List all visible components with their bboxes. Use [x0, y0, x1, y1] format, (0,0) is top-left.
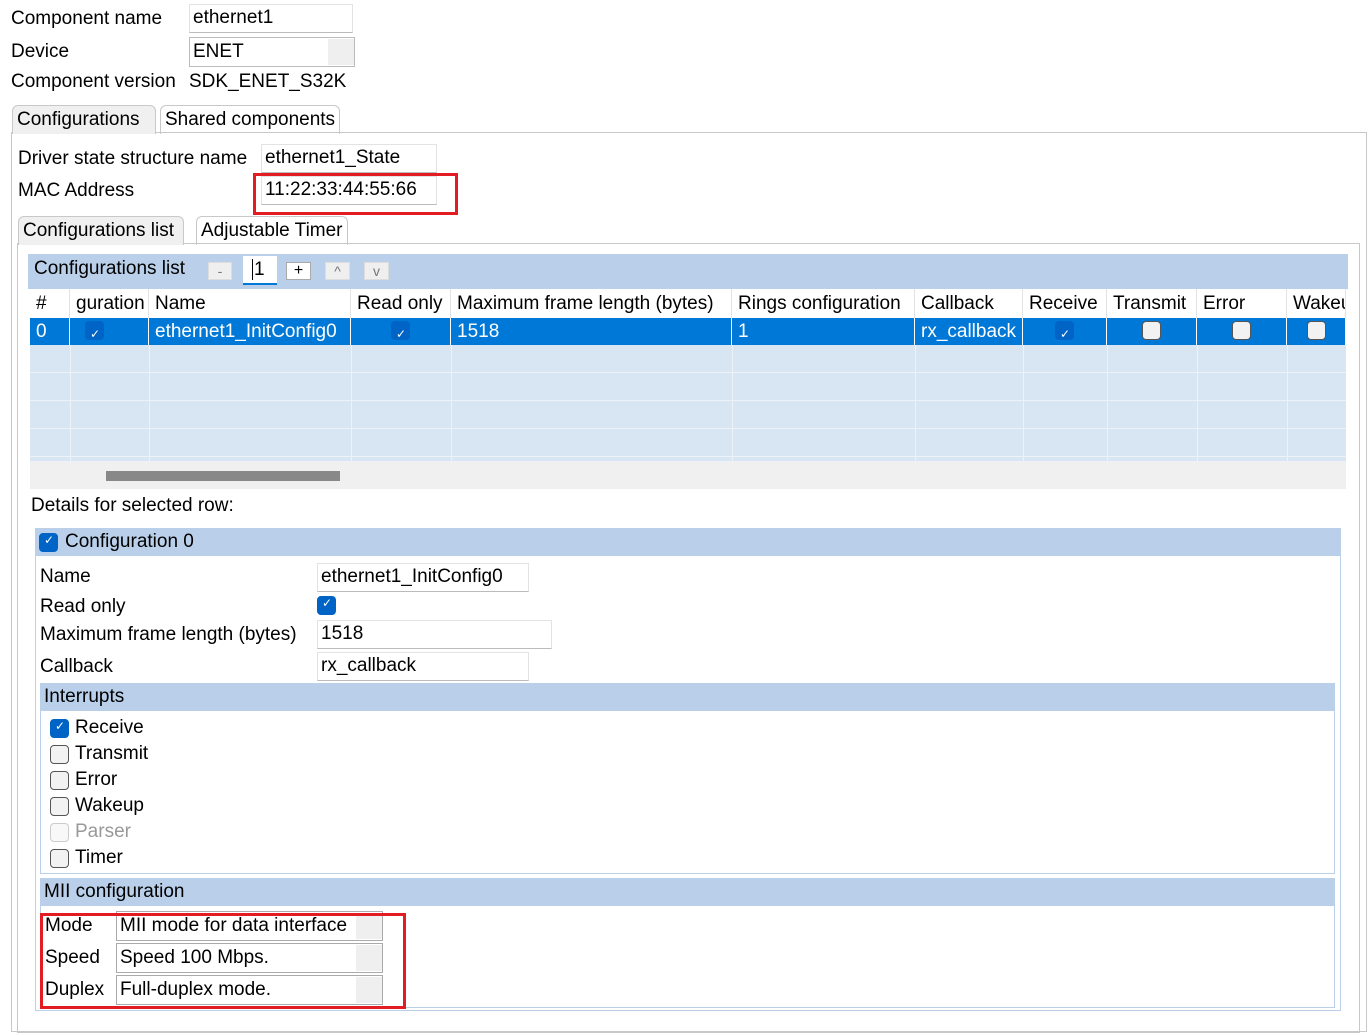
scrollbar-thumb[interactable]	[106, 471, 340, 481]
count-value: 1	[252, 259, 265, 280]
mii-header: MII configuration	[40, 878, 1335, 906]
cell-read_only[interactable]	[351, 318, 451, 345]
mii-title: MII configuration	[44, 881, 185, 902]
details-title: Details for selected row:	[31, 495, 234, 516]
interrupt-receive-label: Receive	[75, 717, 144, 738]
column-divider	[149, 345, 150, 462]
column-header[interactable]: Error	[1197, 289, 1287, 318]
column-divider	[732, 345, 733, 462]
tab-shared-components[interactable]: Shared components	[160, 105, 341, 134]
cell-enabled[interactable]	[70, 318, 149, 345]
device-value: ENET	[193, 41, 244, 62]
interrupts-header: Interrupts	[40, 683, 1335, 711]
read-only-label: Read only	[40, 596, 126, 617]
column-header[interactable]: Read only	[351, 289, 451, 318]
move-up-button[interactable]: ^	[325, 262, 350, 280]
cell-error[interactable]	[1197, 318, 1287, 345]
column-divider	[1287, 345, 1288, 462]
cell-wakeup[interactable]	[1287, 318, 1346, 345]
move-down-button[interactable]: v	[364, 262, 389, 280]
empty-row[interactable]	[30, 345, 1346, 373]
interrupt-wakeup-label: Wakeup	[75, 795, 144, 816]
component-name-input[interactable]: ethernet1	[189, 4, 353, 33]
column-divider	[1023, 345, 1024, 462]
column-divider	[1107, 345, 1108, 462]
add-button[interactable]: +	[286, 262, 311, 280]
interrupt-transmit-checkbox[interactable]	[50, 745, 69, 764]
name-input[interactable]: ethernet1_InitConfig0	[317, 563, 529, 592]
transmit-checkbox[interactable]	[1142, 321, 1161, 340]
interrupt-transmit-label: Transmit	[75, 743, 149, 764]
column-header[interactable]: guration	[70, 289, 149, 318]
column-header[interactable]: #	[30, 289, 70, 318]
cell-callback[interactable]: rx_callback	[915, 318, 1023, 345]
interrupt-timer-checkbox[interactable]	[50, 849, 69, 868]
tab-adjustable-timer[interactable]: Adjustable Timer	[196, 216, 348, 245]
column-header[interactable]: Wakeu	[1287, 289, 1346, 318]
column-divider	[451, 345, 452, 462]
column-header[interactable]: Maximum frame length (bytes)	[451, 289, 732, 318]
interrupt-wakeup-checkbox[interactable]	[50, 797, 69, 816]
empty-row[interactable]	[30, 429, 1346, 457]
enabled-checkbox[interactable]	[85, 321, 104, 345]
interrupt-receive-checkbox[interactable]	[50, 719, 69, 738]
wakeup-checkbox[interactable]	[1307, 321, 1326, 340]
remove-button[interactable]: -	[208, 262, 232, 280]
horizontal-scrollbar[interactable]	[30, 462, 1346, 489]
cell-rings[interactable]: 1	[732, 318, 915, 345]
empty-row[interactable]	[30, 401, 1346, 429]
read-only-checkbox[interactable]	[317, 596, 336, 615]
highlight-box-mac	[253, 173, 458, 215]
cell-max_frame[interactable]: 1518	[451, 318, 732, 345]
receive-checkbox[interactable]	[1055, 321, 1074, 345]
component-name-label: Component name	[11, 8, 163, 29]
interrupt-timer-label: Timer	[75, 847, 123, 868]
interrupt-parser-checkbox[interactable]	[50, 823, 69, 842]
tab-configurations[interactable]: Configurations	[12, 105, 156, 134]
cell-receive[interactable]	[1023, 318, 1107, 345]
configurations-list-title: Configurations list	[34, 258, 186, 279]
configuration-0-title: Configuration 0	[65, 531, 194, 552]
device-select[interactable]: ENET	[189, 37, 355, 67]
error-checkbox[interactable]	[1232, 321, 1251, 340]
cell-transmit[interactable]	[1107, 318, 1197, 345]
configuration-0-checkbox[interactable]	[39, 533, 58, 552]
dropdown-icon	[328, 39, 354, 65]
column-header[interactable]: Transmit	[1107, 289, 1197, 318]
mac-address-label: MAC Address	[18, 180, 135, 201]
column-divider	[70, 345, 71, 462]
max-frame-label: Maximum frame length (bytes)	[40, 624, 297, 645]
interrupts-panel	[40, 683, 1335, 874]
callback-input[interactable]: rx_callback	[317, 652, 529, 681]
count-input[interactable]: 1	[243, 256, 277, 285]
component-version-label: Component version	[11, 71, 176, 92]
interrupt-error-label: Error	[75, 769, 118, 790]
highlight-box-mii	[40, 913, 406, 1009]
tab-configurations-list[interactable]: Configurations list	[18, 216, 184, 245]
configuration-0-header: Configuration 0	[35, 528, 1341, 556]
driver-state-input[interactable]: ethernet1_State	[261, 144, 437, 173]
cell-index[interactable]: 0	[30, 318, 70, 345]
device-label: Device	[11, 41, 70, 62]
read_only-checkbox[interactable]	[391, 321, 410, 345]
cell-name[interactable]: ethernet1_InitConfig0	[149, 318, 351, 345]
column-header[interactable]: Receive	[1023, 289, 1107, 318]
column-divider	[1197, 345, 1198, 462]
component-version-value: SDK_ENET_S32K	[189, 71, 347, 92]
driver-state-label: Driver state structure name	[18, 148, 248, 169]
column-divider	[351, 345, 352, 462]
column-divider	[915, 345, 916, 462]
column-header[interactable]: Callback	[915, 289, 1023, 318]
empty-row[interactable]	[30, 373, 1346, 401]
interrupts-title: Interrupts	[44, 686, 125, 707]
column-header[interactable]: Name	[149, 289, 351, 318]
interrupt-error-checkbox[interactable]	[50, 771, 69, 790]
callback-label: Callback	[40, 656, 113, 677]
interrupt-parser-label: Parser	[75, 821, 131, 842]
column-header[interactable]: Rings configuration	[732, 289, 915, 318]
name-label: Name	[40, 566, 91, 587]
max-frame-input[interactable]: 1518	[317, 620, 552, 649]
